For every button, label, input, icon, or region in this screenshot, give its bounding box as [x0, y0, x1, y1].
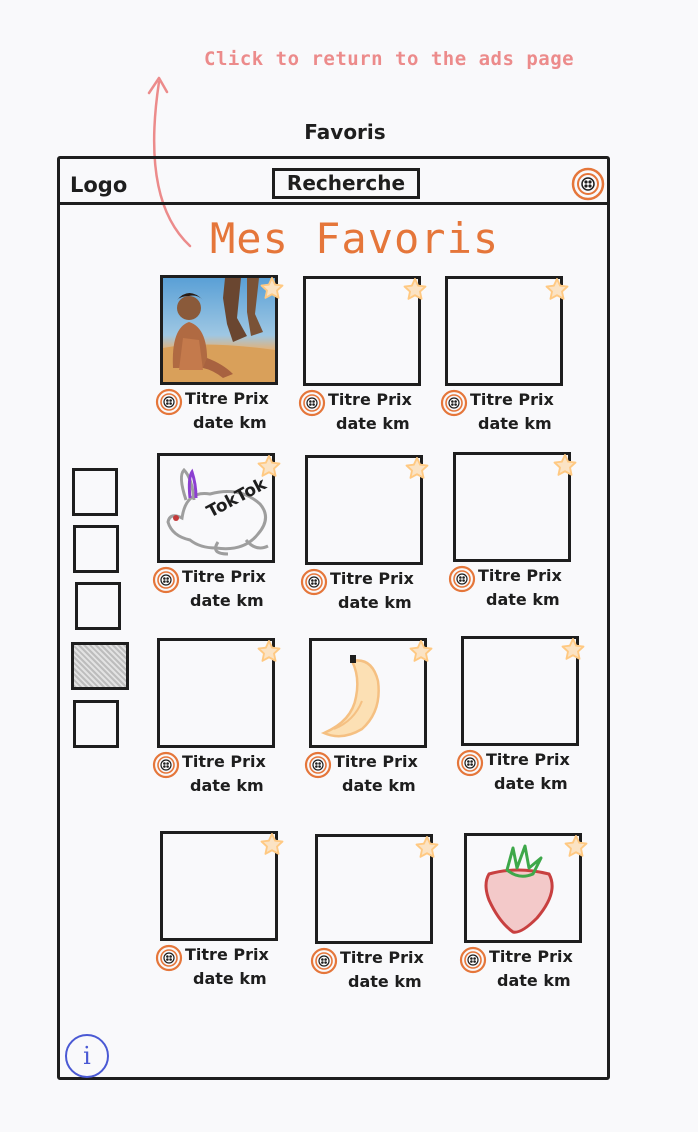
seller-avatar-icon[interactable]	[439, 389, 469, 421]
favorite-card[interactable]: TokTok Titre Prix date km	[152, 453, 283, 623]
favorite-card[interactable]: Titre Prix date km	[448, 452, 579, 622]
seller-avatar-icon[interactable]	[458, 946, 488, 978]
logo[interactable]: Logo	[70, 173, 127, 197]
favorite-star-icon[interactable]	[543, 276, 571, 308]
annotation-note: Click to return to the ads page	[204, 48, 575, 70]
card-title-price: Titre Prix	[478, 566, 562, 585]
favorite-star-icon[interactable]	[255, 638, 283, 670]
seller-avatar-icon[interactable]	[297, 389, 327, 421]
frame-title: Favoris	[304, 120, 386, 144]
seller-avatar-icon[interactable]	[151, 751, 181, 783]
card-date-km: date km	[494, 774, 568, 793]
favorite-card[interactable]: Titre Prix date km	[459, 833, 590, 1003]
sidebar-thumb[interactable]	[73, 700, 119, 748]
card-date-km: date km	[348, 972, 422, 991]
favorite-card[interactable]: Titre Prix date km	[155, 831, 286, 1001]
favorite-card[interactable]: Titre Prix date km	[456, 636, 587, 806]
card-date-km: date km	[336, 414, 410, 433]
favorite-star-icon[interactable]	[551, 452, 579, 484]
seller-avatar-icon[interactable]	[303, 751, 333, 783]
search-button[interactable]: Recherche	[272, 168, 420, 199]
favorite-star-icon[interactable]	[407, 638, 435, 670]
card-date-km: date km	[190, 776, 264, 795]
favorite-card[interactable]: Titre Prix date km	[300, 455, 431, 625]
seller-avatar-icon[interactable]	[309, 947, 339, 979]
card-date-km: date km	[193, 413, 267, 432]
card-title-price: Titre Prix	[340, 948, 424, 967]
favorite-star-icon[interactable]	[255, 453, 283, 485]
favorite-star-icon[interactable]	[401, 276, 429, 308]
card-date-km: date km	[342, 776, 416, 795]
info-button[interactable]: i	[65, 1034, 109, 1078]
card-date-km: date km	[497, 971, 571, 990]
favorite-card[interactable]: Titre Prix date km	[298, 276, 429, 446]
favorite-card[interactable]: Titre Prix date km	[440, 276, 571, 446]
card-title-price: Titre Prix	[185, 389, 269, 408]
card-title-price: Titre Prix	[489, 947, 573, 966]
card-title-price: Titre Prix	[330, 569, 414, 588]
favorite-card[interactable]: Titre Prix date km	[152, 638, 283, 808]
card-title-price: Titre Prix	[334, 752, 418, 771]
sidebar-thumb-selected[interactable]	[71, 642, 129, 690]
favorite-star-icon[interactable]	[562, 833, 590, 865]
card-title-price: Titre Prix	[470, 390, 554, 409]
card-title-price: Titre Prix	[185, 945, 269, 964]
favorite-star-icon[interactable]	[413, 834, 441, 866]
card-title-price: Titre Prix	[328, 390, 412, 409]
card-title-price: Titre Prix	[182, 567, 266, 586]
card-title-price: Titre Prix	[182, 752, 266, 771]
favorite-star-icon[interactable]	[258, 275, 286, 307]
sidebar-thumb[interactable]	[73, 525, 119, 573]
favorite-star-icon[interactable]	[559, 636, 587, 668]
seller-avatar-icon[interactable]	[151, 566, 181, 598]
sidebar-thumb[interactable]	[72, 468, 118, 516]
page-title: Mes Favoris	[210, 214, 500, 263]
seller-avatar-icon[interactable]	[447, 565, 477, 597]
sidebar-thumb[interactable]	[75, 582, 121, 630]
seller-avatar-icon[interactable]	[299, 568, 329, 600]
seller-avatar-icon[interactable]	[154, 944, 184, 976]
favorite-star-icon[interactable]	[403, 455, 431, 487]
card-title-price: Titre Prix	[486, 750, 570, 769]
favorite-card[interactable]: Titre Prix date km	[310, 834, 441, 1004]
card-date-km: date km	[486, 590, 560, 609]
favorite-card[interactable]: Titre Prix date km	[304, 638, 435, 808]
seller-avatar-icon[interactable]	[154, 388, 184, 420]
profile-avatar-icon[interactable]	[570, 167, 606, 201]
card-date-km: date km	[190, 591, 264, 610]
card-date-km: date km	[478, 414, 552, 433]
card-date-km: date km	[338, 593, 412, 612]
favorite-star-icon[interactable]	[258, 831, 286, 863]
seller-avatar-icon[interactable]	[455, 749, 485, 781]
card-date-km: date km	[193, 969, 267, 988]
favorite-card[interactable]: Titre Prix date km	[155, 275, 286, 445]
